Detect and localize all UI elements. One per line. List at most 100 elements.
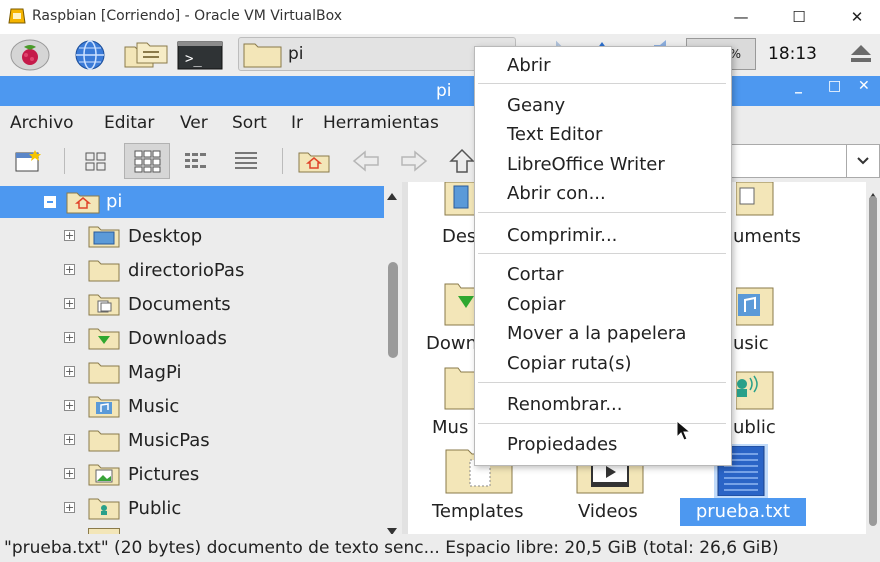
- fm-maximize-button[interactable]: □: [828, 78, 841, 94]
- menu-ver[interactable]: Ver: [180, 113, 208, 133]
- terminal-icon[interactable]: >_: [176, 38, 224, 72]
- menu-item-copiar-ruta[interactable]: Copiar ruta(s): [507, 353, 631, 374]
- fm-minimize-button[interactable]: _: [795, 78, 802, 94]
- list-view-icon[interactable]: [230, 146, 262, 176]
- menu-ir[interactable]: Ir: [291, 113, 303, 133]
- icon-label: uments: [733, 226, 801, 247]
- menu-item-copiar[interactable]: Copiar: [507, 294, 565, 315]
- expand-icon[interactable]: +: [64, 332, 75, 343]
- tree-item-label: MusicPas: [128, 430, 210, 451]
- documents-folder-icon: [88, 294, 120, 316]
- home-folder-icon[interactable]: [298, 146, 330, 176]
- tree-item-label: Desktop: [128, 226, 203, 247]
- path-dropdown-button[interactable]: [846, 144, 880, 178]
- folder-icon: [88, 362, 120, 384]
- expand-icon[interactable]: +: [64, 434, 75, 445]
- sidebar-scrollbar[interactable]: [384, 182, 402, 534]
- minimize-button[interactable]: —: [718, 0, 764, 34]
- status-text: "prueba.txt" (20 bytes) documento de tex…: [4, 538, 779, 558]
- icon-view-icon[interactable]: [80, 146, 112, 176]
- collapse-icon[interactable]: [44, 196, 56, 208]
- menu-herramientas[interactable]: Herramientas: [323, 113, 439, 133]
- icon-label: Des: [442, 226, 477, 247]
- icon-label: Templates: [432, 501, 524, 522]
- menu-item-cortar[interactable]: Cortar: [507, 264, 563, 285]
- pictures-folder-icon: [88, 464, 120, 486]
- folder-icon: [88, 260, 120, 282]
- tree-item-pictures[interactable]: + Pictures: [0, 458, 384, 492]
- selected-file-label[interactable]: prueba.txt: [680, 501, 806, 522]
- menu-item-abrir[interactable]: Abrir: [507, 55, 551, 76]
- expand-icon[interactable]: +: [64, 400, 75, 411]
- menu-item-libreoffice-writer[interactable]: LibreOffice Writer: [507, 154, 665, 175]
- svg-text:>_: >_: [185, 51, 202, 67]
- icon-label: usic: [733, 333, 769, 354]
- window-title: Raspbian [Corriendo] - Oracle VM Virtual…: [32, 8, 343, 24]
- scroll-down-arrow-icon[interactable]: [386, 522, 398, 535]
- menu-separator: [478, 212, 726, 213]
- scroll-up-arrow-icon[interactable]: [386, 186, 398, 200]
- scroll-up-arrow-icon[interactable]: [868, 186, 878, 199]
- eject-icon[interactable]: [848, 42, 874, 64]
- menu-editar[interactable]: Editar: [104, 113, 154, 133]
- taskbar-window-label: pi: [288, 44, 304, 64]
- chevron-down-icon: [857, 157, 869, 165]
- thumbnail-view-icon[interactable]: [124, 143, 170, 179]
- close-button[interactable]: ✕: [834, 0, 880, 34]
- tree-item-label: Pictures: [128, 464, 200, 485]
- fm-close-button[interactable]: ✕: [858, 78, 870, 94]
- home-folder-icon: [66, 192, 100, 214]
- tree-item-magpi[interactable]: + MagPi: [0, 356, 384, 390]
- file-manager-icon[interactable]: [122, 38, 170, 72]
- menu-item-abrir-con[interactable]: Abrir con...: [507, 183, 606, 204]
- tree-item-downloads[interactable]: + Downloads: [0, 322, 384, 356]
- compact-view-icon[interactable]: [180, 146, 212, 176]
- menu-separator: [478, 382, 726, 383]
- browser-globe-icon[interactable]: [68, 38, 112, 72]
- tree-item-public[interactable]: + Public: [0, 492, 384, 526]
- tree-item-directoriopas[interactable]: + directorioPas: [0, 254, 384, 288]
- expand-icon[interactable]: +: [64, 264, 75, 275]
- icon-label: Videos: [578, 501, 638, 522]
- folder-icon: [243, 40, 283, 68]
- menu-item-geany[interactable]: Geany: [507, 95, 565, 116]
- downloads-folder-icon: [88, 328, 120, 350]
- icon-label: Down: [426, 333, 478, 354]
- back-arrow-icon[interactable]: [350, 146, 382, 176]
- tree-item-label: Music: [128, 396, 180, 417]
- menu-item-mover-papelera[interactable]: Mover a la papelera: [507, 323, 686, 344]
- desktop-folder-icon: [88, 226, 120, 248]
- folder-icon: [88, 430, 120, 452]
- tree-item-label: Downloads: [128, 328, 227, 349]
- menu-archivo[interactable]: Archivo: [10, 113, 74, 133]
- tree-root-item[interactable]: pi: [0, 186, 384, 218]
- expand-icon[interactable]: +: [64, 230, 75, 241]
- raspberry-menu-icon[interactable]: [8, 38, 52, 72]
- toolbar-divider: [64, 148, 65, 174]
- icon-label: Mus: [432, 417, 469, 438]
- menu-item-comprimir[interactable]: Comprimir...: [507, 225, 617, 246]
- menu-item-text-editor[interactable]: Text Editor: [507, 124, 602, 145]
- menu-sort[interactable]: Sort: [232, 113, 267, 133]
- new-window-icon[interactable]: [12, 146, 44, 176]
- documents-folder-icon[interactable]: [735, 181, 774, 216]
- public-folder-icon[interactable]: [735, 364, 774, 410]
- music-folder-icon[interactable]: [735, 280, 774, 326]
- maximize-button[interactable]: ☐: [776, 0, 822, 34]
- expand-icon[interactable]: +: [64, 468, 75, 479]
- tree-item-musicpas[interactable]: + MusicPas: [0, 424, 384, 458]
- expand-icon[interactable]: +: [64, 298, 75, 309]
- sidebar-scroll-thumb[interactable]: [388, 262, 398, 358]
- menu-item-renombrar[interactable]: Renombrar...: [507, 394, 623, 415]
- clock[interactable]: 18:13: [768, 44, 817, 64]
- forward-arrow-icon[interactable]: [398, 146, 430, 176]
- path-input[interactable]: [726, 144, 846, 178]
- tree-item-desktop[interactable]: + Desktop: [0, 220, 384, 254]
- tree-item-music[interactable]: + Music: [0, 390, 384, 424]
- menu-item-propiedades[interactable]: Propiedades: [507, 434, 617, 455]
- virtualbox-icon: [8, 7, 26, 25]
- expand-icon[interactable]: +: [64, 366, 75, 377]
- iconview-scroll-thumb[interactable]: [869, 196, 877, 526]
- tree-item-documents[interactable]: + Documents: [0, 288, 384, 322]
- expand-icon[interactable]: +: [64, 502, 75, 513]
